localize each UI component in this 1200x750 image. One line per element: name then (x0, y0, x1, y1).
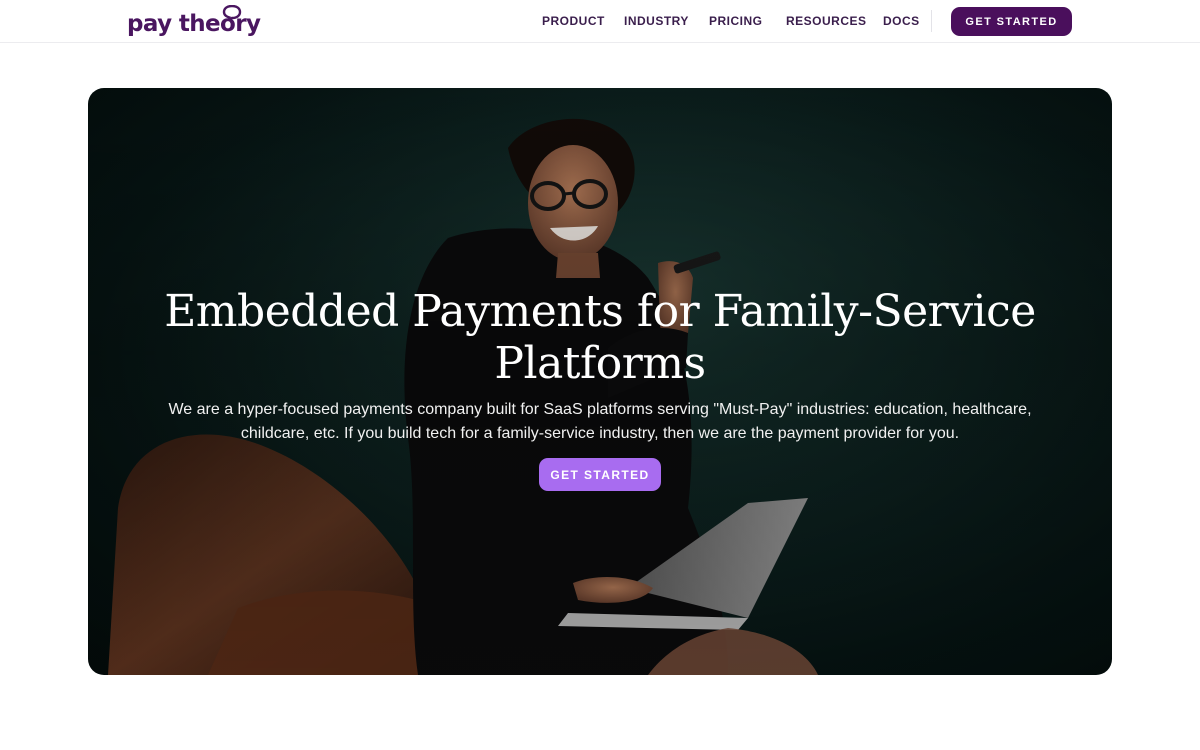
hero-subtitle: We are a hyper-focused payments company … (168, 401, 1032, 442)
nav-item-pricing[interactable]: PRICING (709, 14, 763, 28)
header-get-started-button[interactable]: GET STARTED (951, 7, 1072, 36)
hero-title: Embedded Payments for Family-Service Pla… (164, 286, 1036, 389)
hero-get-started-button[interactable]: GET STARTED (539, 458, 661, 491)
nav-divider (931, 10, 932, 32)
nav-item-industry[interactable]: INDUSTRY (624, 14, 689, 28)
hero-section: Embedded Payments for Family-Service Pla… (88, 88, 1112, 675)
nav-item-product[interactable]: PRODUCT (542, 14, 605, 28)
main-nav: PRODUCT INDUSTRY PRICING RESOURCES DOCS … (0, 0, 1200, 42)
nav-item-resources[interactable]: RESOURCES (786, 14, 867, 28)
nav-item-docs[interactable]: DOCS (883, 14, 920, 28)
site-header: pay theory PRODUCT INDUSTRY PRICING RESO… (0, 0, 1200, 43)
